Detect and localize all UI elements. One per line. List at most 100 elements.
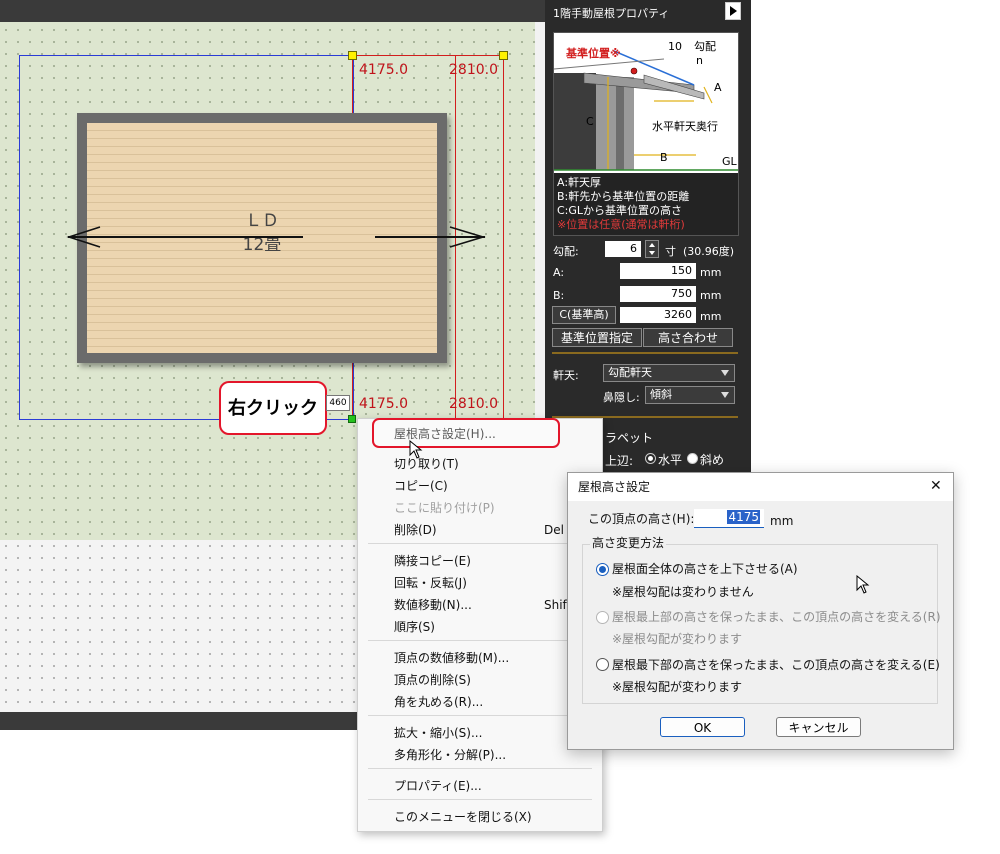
eave-label: 軒天: [553,369,579,382]
mouse-cursor-icon [856,575,870,594]
room-label: ＬＤ 12畳 [77,209,447,257]
arrow-left-icon [66,226,101,248]
canvas-top-bar [0,0,545,22]
menu-item-order[interactable]: 順序(S) [394,619,435,635]
radio-raise-whole-roof[interactable] [596,563,609,576]
room-name: ＬＤ [245,211,279,231]
b-input[interactable]: 750 [620,286,696,302]
parapet-label: ラペット [605,431,654,445]
vertex-height-input[interactable]: 4175 [694,509,764,528]
menu-item-numeric-move[interactable]: 数値移動(N)... [394,597,472,613]
vertex-handle[interactable] [499,51,508,60]
menu-shortcut-delete: Del [544,523,564,537]
b-label: B [660,151,668,164]
eave-depth-label: 水平軒天奥行 [652,120,718,133]
chevron-down-icon [721,370,729,376]
dimension-line [352,55,504,56]
reference-position-button[interactable]: 基準位置指定 [552,328,642,347]
spinner-icon [649,243,655,255]
legend-b: B:軒先から基準位置の距離 [557,190,690,203]
selected-vertex-handle[interactable] [348,415,356,423]
play-icon [730,6,737,16]
vertex-height-unit: mm [770,514,794,528]
eave-select-value: 勾配軒天 [608,366,652,379]
pitch-diagram-label: 勾配 [694,40,716,53]
menu-item-round-corner[interactable]: 角を丸める(R)... [394,694,483,710]
option-note-2: ※屋根勾配が変わります [612,632,743,646]
ok-button[interactable]: OK [660,717,745,737]
vertex-tag: 460 [326,395,350,411]
menu-item-delete[interactable]: 削除(D) [394,522,437,538]
menu-separator [368,799,592,800]
menu-item-properties[interactable]: プロパティ(E)... [394,778,482,794]
menu-item-cut[interactable]: 切り取り(T) [394,456,459,472]
roof-diagram: 基準位置※ 10 勾配 n A C B 水平軒天奥行 GL A:軒天厚 B:軒先… [553,32,739,236]
a-unit: mm [700,266,722,279]
option-keep-bottom: 屋根最下部の高さを保ったまま、この頂点の高さを変える(E) [612,658,940,672]
vertex-height-value: 4175 [727,510,760,524]
c-label: C [586,115,594,128]
legend-a: A:軒天厚 [557,176,602,189]
menu-separator [368,768,592,769]
pitch-input[interactable]: 6 [605,241,641,257]
radio-keep-top[interactable] [596,611,609,624]
menu-item-vertex-delete[interactable]: 頂点の削除(S) [394,672,471,688]
legend-note: ※位置は任意(通常は軒桁) [557,218,685,231]
option-keep-top: 屋根最上部の高さを保ったまま、この頂点の高さを変える(R) [612,610,941,624]
menu-item-paste[interactable]: ここに貼り付け(P) [394,500,495,516]
c-reference-height-button[interactable]: C(基準高) [552,306,616,324]
c-unit: mm [700,310,722,323]
nose-label: 鼻隠し: [603,391,640,404]
dimension-label: 4175.0 [359,62,408,78]
radio-horizontal[interactable] [645,453,656,464]
menu-item-polygonize[interactable]: 多角形化・分解(P)... [394,747,506,763]
menu-separator [368,715,592,716]
panel-title: 1階手動屋根プロパティ [553,7,670,20]
roof-property-panel: 1階手動屋根プロパティ 基準位置※ 10 勾配 n A C B 水平軒天奥行 G… [545,0,751,490]
cancel-button[interactable]: キャンセル [776,717,861,737]
match-height-button[interactable]: 高さ合わせ [643,328,733,347]
arrow-left-line [68,236,303,238]
menu-item-scale[interactable]: 拡大・縮小(S)... [394,725,482,741]
menu-item-vertex-numeric-move[interactable]: 頂点の数値移動(M)... [394,650,509,666]
nose-select[interactable]: 傾斜 [645,386,735,404]
eave-select[interactable]: 勾配軒天 [603,364,735,382]
dimension-label: 2810.0 [449,62,498,78]
menu-separator [368,640,592,641]
upper-edge-label: 上辺: [605,454,634,468]
right-click-callout: 右クリック [219,381,327,435]
option-note-1: ※屋根勾配は変わりません [612,585,754,599]
a-label: A [714,81,722,94]
chevron-down-icon [721,392,729,398]
menu-separator [368,543,592,544]
gl-label: GL [722,155,737,168]
horizontal-option: 水平 [658,453,683,467]
panel-collapse-button[interactable] [725,2,741,20]
dialog-title-bar: 屋根高さ設定 ✕ [568,473,953,501]
radio-dot [648,456,653,461]
menu-item-copy[interactable]: コピー(C) [394,478,448,494]
dimension-line [503,55,504,418]
room-ld[interactable]: ＬＤ 12畳 [77,113,447,363]
dimension-label: 4175.0 [359,396,408,412]
ref-position-label: 基準位置※ [566,47,621,60]
arrow-right-icon [449,226,486,248]
a-field-label: A: [553,266,565,279]
pitch-spinner[interactable] [645,240,659,258]
c-input[interactable]: 3260 [620,307,696,323]
radio-diagonal[interactable] [687,453,698,464]
dimension-label: 2810.0 [449,396,498,412]
radio-keep-bottom[interactable] [596,658,609,671]
legend-c: C:GLから基準位置の高さ [557,204,683,217]
menu-item-close-menu[interactable]: このメニューを閉じる(X) [394,809,532,825]
roof-height-dialog: 屋根高さ設定 ✕ この頂点の高さ(H): 4175 mm 高さ変更方法 屋根面全… [567,472,954,750]
n-label: n [696,54,703,67]
menu-item-rotate-flip[interactable]: 回転・反転(J) [394,575,467,591]
option-raise-whole-roof: 屋根面全体の高さを上下させる(A) [612,562,798,576]
menu-item-adjacent-copy[interactable]: 隣接コピー(E) [394,553,471,569]
close-icon[interactable]: ✕ [930,478,942,494]
a-input[interactable]: 150 [620,263,696,279]
option-note-3: ※屋根勾配が変わります [612,680,743,694]
menu-highlight-frame [372,418,560,448]
vertex-handle[interactable] [348,51,357,60]
